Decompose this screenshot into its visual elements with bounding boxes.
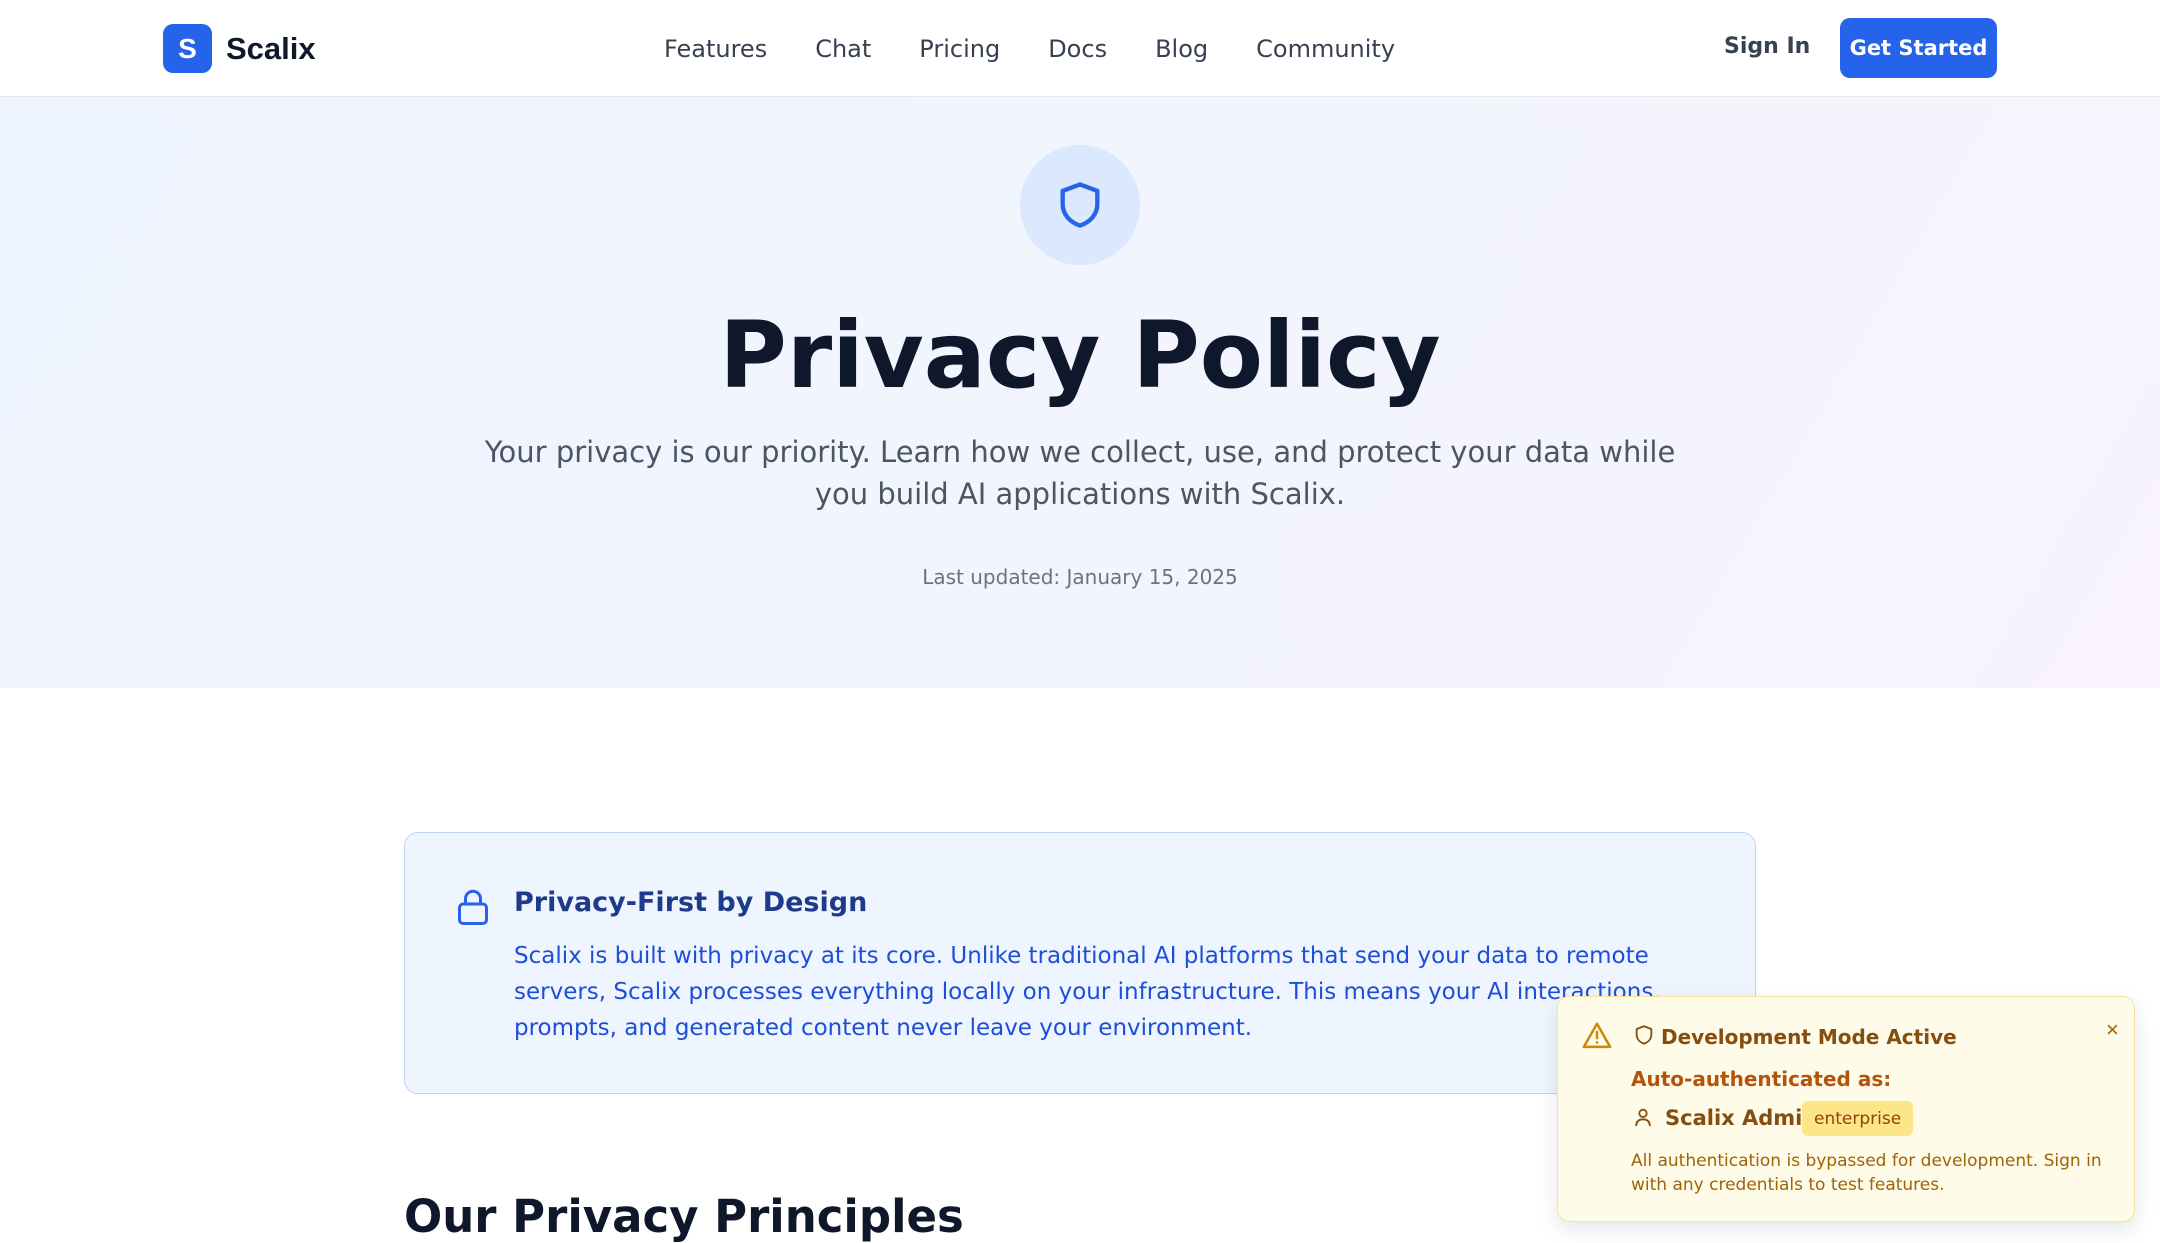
brand-logo[interactable]: S Scalix — [163, 24, 316, 73]
warning-icon — [1582, 1022, 1612, 1049]
toast-title: Development Mode Active — [1661, 1025, 1957, 1049]
hero-icon-circle — [1020, 145, 1140, 265]
shield-icon — [1635, 1025, 1653, 1045]
last-updated-text: Last updated: January 15, 2025 — [922, 565, 1238, 589]
callout-title: Privacy-First by Design — [514, 887, 868, 918]
brand-name: Scalix — [226, 30, 316, 66]
lock-icon — [458, 889, 488, 925]
plan-badge: enterprise — [1802, 1101, 1914, 1136]
auth-label: Auto-authenticated as: — [1631, 1067, 1892, 1091]
page-title: Privacy Policy — [719, 302, 1441, 409]
shield-icon — [1060, 182, 1100, 228]
sign-in-link[interactable]: Sign In — [1724, 34, 1810, 59]
nav-link-blog[interactable]: Blog — [1155, 35, 1208, 63]
hero-section: Privacy Policy Your privacy is our prior… — [0, 97, 2160, 688]
top-navbar: S Scalix Features Chat Pricing Docs Blog… — [0, 0, 2160, 97]
callout-body: Scalix is built with privacy at its core… — [514, 943, 1661, 1041]
close-icon[interactable]: × — [2106, 1017, 2119, 1043]
user-name: Scalix Admin — [1665, 1106, 1818, 1130]
nav-link-features[interactable]: Features — [664, 35, 767, 63]
section-heading: Our Privacy Principles — [404, 1190, 964, 1243]
user-icon — [1635, 1108, 1651, 1127]
logo-mark: S — [163, 24, 212, 73]
toast-note: All authentication is bypassed for devel… — [1631, 1151, 2102, 1195]
main-nav: Features Chat Pricing Docs Blog Communit… — [664, 0, 1443, 97]
privacy-first-callout: Privacy-First by Design Scalix is built … — [404, 832, 1756, 1094]
nav-link-chat[interactable]: Chat — [815, 35, 871, 63]
hero-subtitle: Your privacy is our priority. Learn how … — [484, 435, 1676, 511]
nav-link-docs[interactable]: Docs — [1048, 35, 1107, 63]
get-started-button[interactable]: Get Started — [1840, 18, 1997, 78]
nav-link-pricing[interactable]: Pricing — [919, 35, 1000, 63]
nav-link-community[interactable]: Community — [1256, 35, 1395, 63]
dev-mode-toast: Development Mode Active × Auto-authentic… — [1557, 996, 2135, 1222]
